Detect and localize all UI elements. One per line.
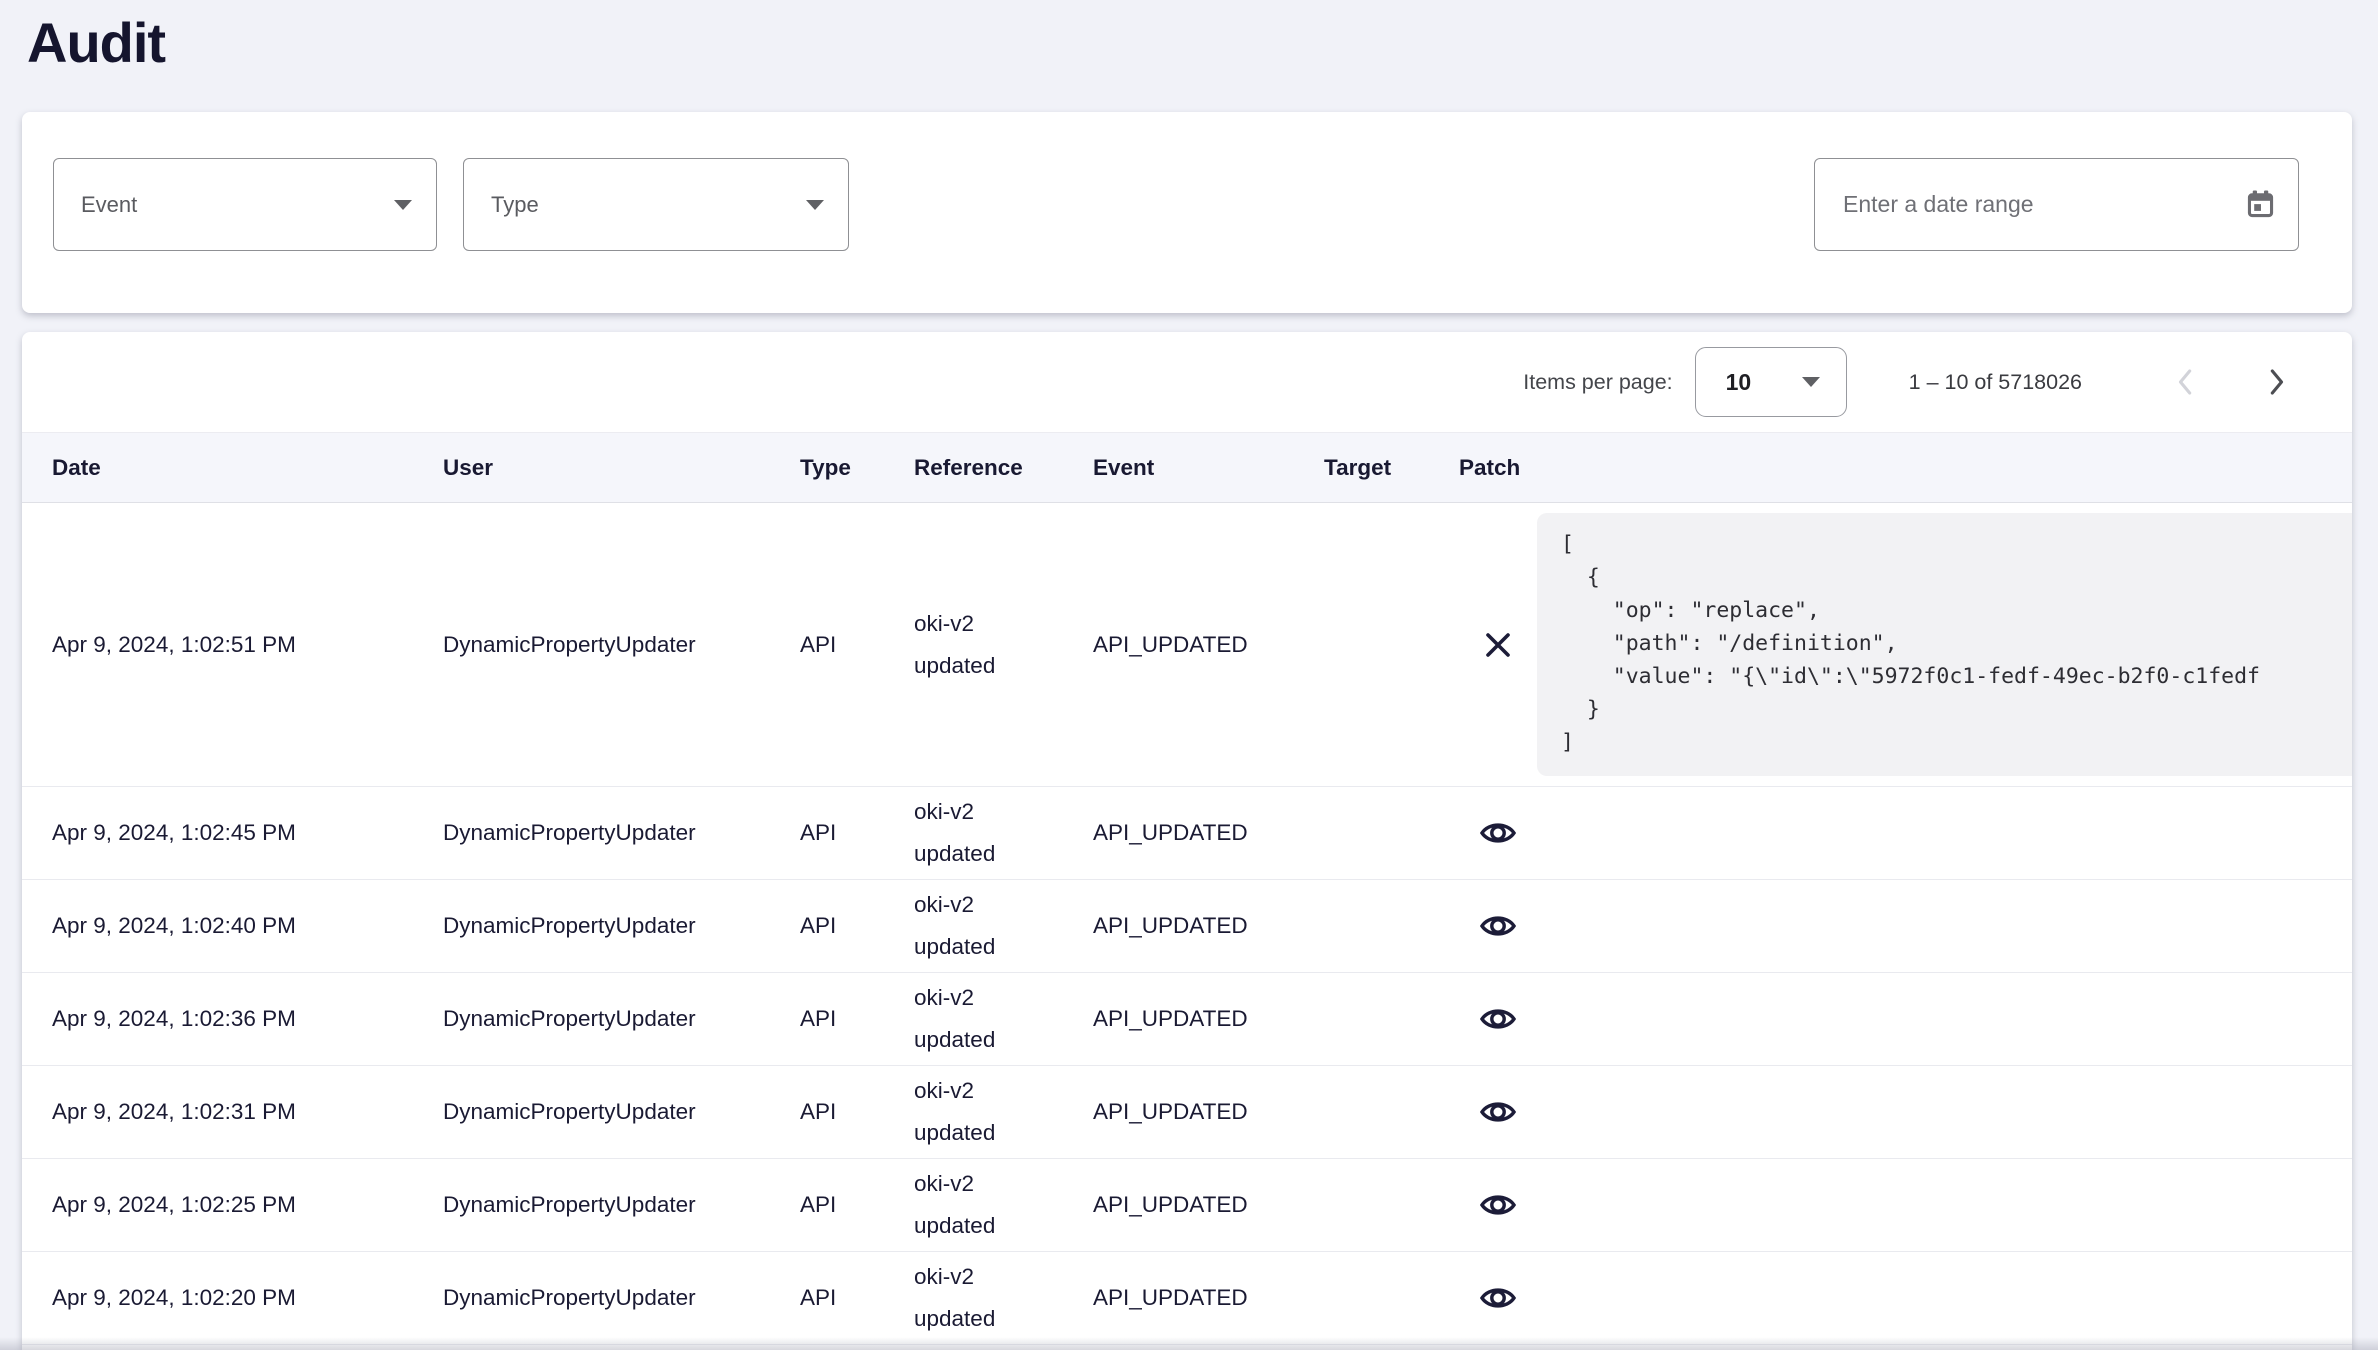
view-patch-button[interactable]: [1473, 813, 1523, 853]
user-cell: DynamicPropertyUpdater: [443, 1006, 800, 1032]
eye-icon: [1479, 1191, 1517, 1219]
event-cell: API_UPDATED: [1093, 1285, 1324, 1311]
user-cell: DynamicPropertyUpdater: [443, 1192, 800, 1218]
date-cell: Apr 9, 2024, 1:02:36 PM: [52, 1006, 443, 1032]
pagination-range: 1 – 10 of 5718026: [1909, 370, 2082, 395]
patch-cell: [1459, 906, 1537, 946]
reference-cell: oki-v2 updated: [914, 884, 1034, 968]
type-cell: API: [800, 820, 914, 846]
type-cell: API: [800, 632, 914, 658]
view-patch-button[interactable]: [1473, 1092, 1523, 1132]
user-cell: DynamicPropertyUpdater: [443, 632, 800, 658]
page-title: Audit: [27, 10, 165, 75]
patch-cell: [1459, 1278, 1537, 1318]
user-cell: DynamicPropertyUpdater: [443, 820, 800, 846]
date-cell: Apr 9, 2024, 1:02:31 PM: [52, 1099, 443, 1125]
items-per-page-value: 10: [1726, 369, 1752, 396]
date-picker-button[interactable]: [2241, 185, 2280, 224]
type-filter-select[interactable]: Type: [463, 158, 849, 251]
patch-cell: [1459, 1092, 1537, 1132]
items-per-page-select[interactable]: 10: [1695, 347, 1847, 417]
reference-cell: oki-v2 updated: [914, 603, 1034, 687]
date-cell: Apr 9, 2024, 1:02:40 PM: [52, 913, 443, 939]
event-cell: API_UPDATED: [1093, 632, 1324, 658]
event-cell: API_UPDATED: [1093, 913, 1324, 939]
filter-card: Event Type MM/DD/YYYY – MM/DD/YYYY: [22, 112, 2352, 313]
view-patch-button[interactable]: [1473, 1278, 1523, 1318]
column-header-event: Event: [1093, 455, 1324, 481]
view-patch-button[interactable]: [1473, 999, 1523, 1039]
column-header-type: Type: [800, 455, 914, 481]
user-cell: DynamicPropertyUpdater: [443, 913, 800, 939]
view-patch-button[interactable]: [1473, 1185, 1523, 1225]
column-header-reference: Reference: [914, 455, 1093, 481]
type-cell: API: [800, 1006, 914, 1032]
eye-icon: [1479, 1284, 1517, 1312]
reference-cell: oki-v2 updated: [914, 1163, 1034, 1247]
prev-page-button[interactable]: [2164, 360, 2208, 404]
type-cell: API: [800, 1099, 914, 1125]
column-header-user: User: [443, 455, 800, 481]
event-filter-label: Event: [81, 192, 137, 218]
audit-page: Audit Event Type MM/DD/YYYY – MM/DD/YYY: [0, 0, 2378, 1350]
event-filter-select[interactable]: Event: [53, 158, 437, 251]
table-row: Apr 9, 2024, 1:02:51 PMDynamicPropertyUp…: [22, 503, 2352, 787]
chevron-down-icon: [1802, 377, 1820, 387]
next-page-button[interactable]: [2254, 360, 2298, 404]
event-cell: API_UPDATED: [1093, 1006, 1324, 1032]
eye-icon: [1479, 819, 1517, 847]
table-header-row: Date User Type Reference Event Target Pa…: [22, 433, 2352, 503]
chevron-right-icon: [2265, 367, 2287, 397]
column-header-target: Target: [1324, 455, 1459, 481]
type-filter-label: Type: [491, 192, 539, 218]
reference-cell: oki-v2 updated: [914, 977, 1034, 1061]
table-row: Apr 9, 2024, 1:02:20 PMDynamicPropertyUp…: [22, 1252, 2352, 1345]
event-cell: API_UPDATED: [1093, 820, 1324, 846]
column-header-date: Date: [52, 455, 443, 481]
type-cell: API: [800, 1285, 914, 1311]
date-cell: Apr 9, 2024, 1:02:20 PM: [52, 1285, 443, 1311]
table-row: Apr 9, 2024, 1:02:25 PMDynamicPropertyUp…: [22, 1159, 2352, 1252]
table-body: Apr 9, 2024, 1:02:51 PMDynamicPropertyUp…: [22, 503, 2352, 1345]
calendar-icon: [2245, 189, 2276, 220]
type-cell: API: [800, 913, 914, 939]
eye-icon: [1479, 912, 1517, 940]
table-row: Apr 9, 2024, 1:02:40 PMDynamicPropertyUp…: [22, 880, 2352, 973]
date-cell: Apr 9, 2024, 1:02:45 PM: [52, 820, 443, 846]
table-row: Apr 9, 2024, 1:02:45 PMDynamicPropertyUp…: [22, 787, 2352, 880]
patch-cell: [1459, 625, 1537, 665]
reference-cell: oki-v2 updated: [914, 1070, 1034, 1154]
patch-cell: [1459, 813, 1537, 853]
patch-code-block: [ { "op": "replace", "path": "/definitio…: [1537, 513, 2352, 776]
table-row: Apr 9, 2024, 1:02:31 PMDynamicPropertyUp…: [22, 1066, 2352, 1159]
eye-icon: [1479, 1005, 1517, 1033]
patch-cell: [1459, 999, 1537, 1039]
date-cell: Apr 9, 2024, 1:02:25 PM: [52, 1192, 443, 1218]
user-cell: DynamicPropertyUpdater: [443, 1099, 800, 1125]
chevron-down-icon: [806, 200, 824, 210]
event-cell: API_UPDATED: [1093, 1192, 1324, 1218]
event-cell: API_UPDATED: [1093, 1099, 1324, 1125]
table-row: Apr 9, 2024, 1:02:36 PMDynamicPropertyUp…: [22, 973, 2352, 1066]
type-cell: API: [800, 1192, 914, 1218]
date-range-field: [1814, 158, 2299, 251]
date-cell: Apr 9, 2024, 1:02:51 PM: [52, 632, 443, 658]
chevron-left-icon: [2175, 367, 2197, 397]
column-header-patch: Patch: [1459, 455, 1537, 481]
audit-table-card: Items per page: 10 1 – 10 of 5718026 Dat…: [22, 332, 2352, 1350]
reference-cell: oki-v2 updated: [914, 1256, 1034, 1340]
date-range-input[interactable]: [1841, 190, 2241, 219]
eye-icon: [1479, 1098, 1517, 1126]
view-patch-button[interactable]: [1473, 906, 1523, 946]
collapse-patch-button[interactable]: [1478, 625, 1518, 665]
user-cell: DynamicPropertyUpdater: [443, 1285, 800, 1311]
patch-cell: [1459, 1185, 1537, 1225]
chevron-down-icon: [394, 200, 412, 210]
reference-cell: oki-v2 updated: [914, 791, 1034, 875]
items-per-page-label: Items per page:: [1523, 370, 1672, 395]
pagination-bar: Items per page: 10 1 – 10 of 5718026: [22, 332, 2352, 433]
close-icon: [1484, 631, 1512, 659]
